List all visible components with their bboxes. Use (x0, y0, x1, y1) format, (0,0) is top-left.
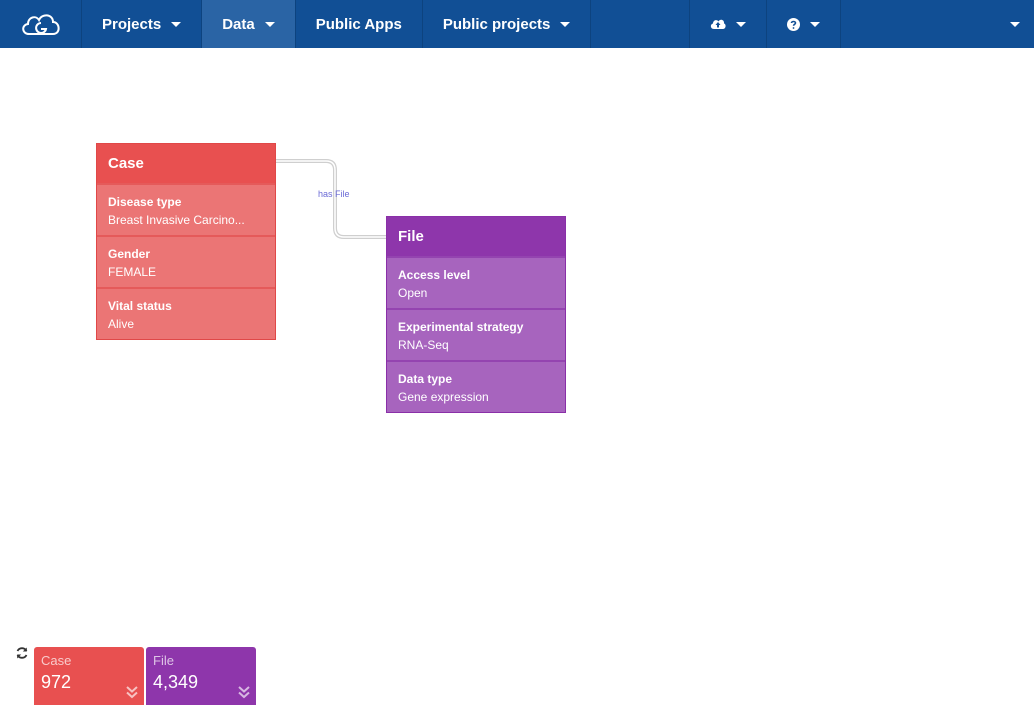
field-label: Disease type (108, 195, 182, 209)
file-count-label: File (153, 653, 174, 668)
refresh-icon[interactable] (15, 646, 29, 660)
file-node[interactable]: File Access level Open Experimental stra… (386, 216, 566, 413)
field-label: Access level (398, 268, 471, 282)
field-value: RNA-Seq (398, 338, 449, 352)
edge-label: has File (318, 189, 350, 199)
field-value: Breast Invasive Carcino... (108, 213, 245, 227)
case-field-vital-status[interactable]: Vital status Alive (97, 287, 275, 339)
case-node[interactable]: Case Disease type Breast Invasive Carcin… (96, 143, 276, 340)
case-count-label: Case (41, 653, 72, 668)
case-field-disease-type[interactable]: Disease type Breast Invasive Carcino... (97, 183, 275, 235)
file-field-experimental-strategy[interactable]: Experimental strategy RNA-Seq (387, 308, 565, 360)
double-chevron-down-icon[interactable] (126, 685, 138, 699)
case-count-card[interactable]: Case 972 (34, 647, 144, 705)
field-label: Experimental strategy (398, 320, 524, 334)
field-label: Vital status (108, 299, 172, 313)
file-count-value: 4,349 (153, 672, 199, 692)
field-value: Alive (108, 317, 135, 331)
field-value: FEMALE (108, 265, 157, 279)
case-node-title: Case (97, 144, 275, 183)
case-field-gender[interactable]: Gender FEMALE (97, 235, 275, 287)
field-value: Gene expression (398, 390, 489, 404)
file-count-card[interactable]: File 4,349 (146, 647, 256, 705)
double-chevron-down-icon[interactable] (238, 685, 250, 699)
file-field-data-type[interactable]: Data type Gene expression (387, 360, 565, 412)
case-count-value: 972 (41, 672, 72, 692)
file-node-title: File (387, 217, 565, 256)
field-label: Data type (398, 372, 453, 386)
field-label: Gender (108, 247, 151, 261)
field-value: Open (398, 286, 428, 300)
file-field-access-level[interactable]: Access level Open (387, 256, 565, 308)
